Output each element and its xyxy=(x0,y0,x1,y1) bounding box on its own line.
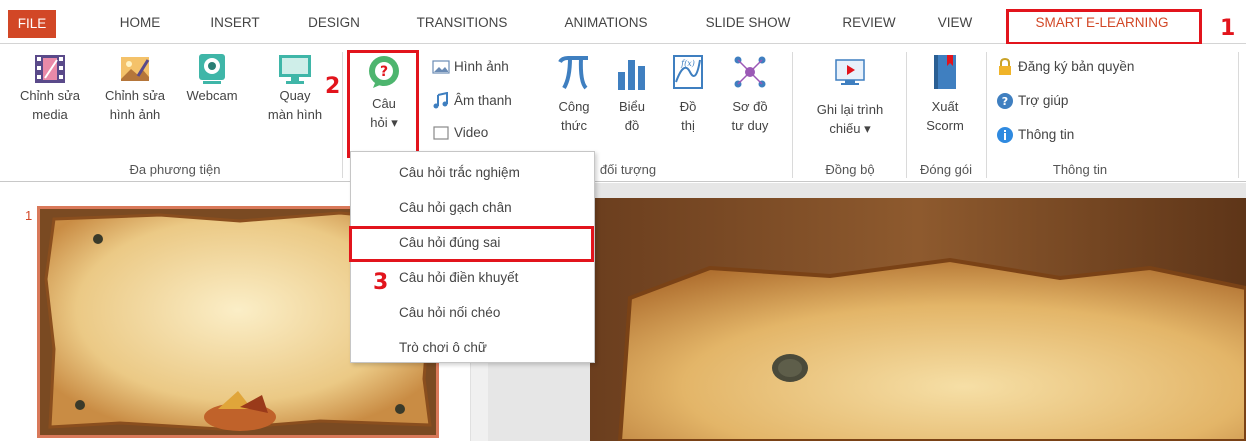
menu-item-multiple-choice[interactable]: Câu hỏi trắc nghiệm xyxy=(399,162,520,184)
screen-play-icon xyxy=(835,59,865,85)
image-icon xyxy=(432,60,450,75)
edit-media-button[interactable]: Chỉnh sửa media xyxy=(14,52,86,124)
menu-item-crossword[interactable]: Trò chơi ô chữ xyxy=(399,337,487,359)
formula-label-2: thức xyxy=(560,118,588,133)
edit-image-button[interactable]: Chỉnh sửa hình ảnh xyxy=(98,52,172,124)
tab-file[interactable]: FILE xyxy=(8,10,56,38)
export-scorm-label-2: Scorm xyxy=(926,118,964,133)
editor-area: 1 xyxy=(0,183,1246,441)
tab-design[interactable]: DESIGN xyxy=(298,12,370,34)
export-scorm-label-1: Xuất xyxy=(931,99,959,114)
step-1-label: 1 xyxy=(1220,16,1236,41)
record-screen-button[interactable]: Quay màn hình xyxy=(254,52,336,124)
bar-chart-icon xyxy=(618,60,645,90)
menu-item-matching[interactable]: Câu hỏi nối chéo xyxy=(399,302,500,324)
insert-sound-button[interactable]: Âm thanh xyxy=(432,90,512,112)
group-label-package: Đóng gói xyxy=(919,162,973,177)
edit-media-label-2: media xyxy=(32,107,68,122)
insert-video-button[interactable]: Video xyxy=(432,122,488,144)
tab-slide-show[interactable]: SLIDE SHOW xyxy=(694,12,802,34)
license-label: Đăng ký bản quyền xyxy=(1018,59,1135,74)
mindmap-icon xyxy=(734,56,766,88)
group-label-objects: đối tượng xyxy=(599,162,657,177)
webcam-button[interactable]: Webcam xyxy=(180,52,244,105)
record-presentation-label-2: chiếu ▾ xyxy=(829,121,871,136)
chart-label-2: đồ xyxy=(624,118,640,133)
tab-transitions[interactable]: TRANSITIONS xyxy=(400,12,524,34)
insert-video-label: Video xyxy=(454,125,489,140)
export-scorm-button[interactable]: Xuất Scorm xyxy=(912,52,978,135)
svg-text:?: ? xyxy=(1002,95,1008,108)
chart-label-1: Biểu xyxy=(618,99,646,114)
webcam-icon xyxy=(199,54,225,84)
ribbon: Chỉnh sửa media Chỉnh sửa hình ảnh Webca… xyxy=(0,44,1246,182)
tab-home[interactable]: HOME xyxy=(110,12,170,34)
formula-button[interactable]: Công thức xyxy=(550,52,598,135)
mindmap-label-1: Sơ đồ xyxy=(732,99,768,114)
music-note-icon xyxy=(433,92,448,109)
insert-image-button[interactable]: Hình ảnh xyxy=(432,56,509,78)
record-presentation-label-1: Ghi lại trình xyxy=(816,102,884,117)
lock-icon xyxy=(999,58,1011,76)
separator xyxy=(986,52,987,178)
menu-item-fill-blank[interactable]: Câu hỏi điền khuyết xyxy=(399,267,518,289)
graph-button[interactable]: f(x) Đồ thị xyxy=(664,52,712,135)
video-icon xyxy=(433,126,449,141)
help-label: Trợ giúp xyxy=(1018,93,1069,108)
step-2-label: 2 xyxy=(325,74,341,99)
separator xyxy=(342,52,343,178)
parchment-slide-image xyxy=(590,198,1246,441)
record-screen-label-2: màn hình xyxy=(267,107,323,122)
tab-review[interactable]: REVIEW xyxy=(832,12,906,34)
group-label-sync: Đồng bộ xyxy=(825,162,875,177)
chart-button[interactable]: Biểu đồ xyxy=(608,52,656,135)
about-label: Thông tin xyxy=(1018,127,1075,142)
record-screen-label-1: Quay xyxy=(279,88,311,103)
function-graph-icon: f(x) xyxy=(673,55,703,89)
record-presentation-button[interactable]: Ghi lại trình chiếu ▾ xyxy=(800,56,900,138)
graph-label-2: thị xyxy=(681,118,695,133)
step-3-label: 3 xyxy=(373,270,389,295)
insert-image-label: Hình ảnh xyxy=(454,59,509,74)
film-edit-icon xyxy=(35,55,65,83)
formula-label-1: Công xyxy=(558,99,590,114)
image-edit-icon xyxy=(121,57,150,81)
tab-animations[interactable]: ANIMATIONS xyxy=(548,12,664,34)
help-icon: ? xyxy=(997,93,1013,110)
mindmap-label-2: tư duy xyxy=(731,118,769,133)
pi-icon xyxy=(558,56,588,90)
edit-image-label-2: hình ảnh xyxy=(109,107,161,122)
edit-media-label-1: Chỉnh sửa xyxy=(19,88,80,103)
separator xyxy=(906,52,907,178)
tab-insert[interactable]: INSERT xyxy=(198,12,272,34)
book-icon xyxy=(934,55,956,89)
separator xyxy=(1238,52,1239,178)
help-button[interactable]: ? Trợ giúp xyxy=(996,90,1068,112)
about-button[interactable]: Thông tin xyxy=(996,124,1074,146)
highlight-true-false-item xyxy=(349,226,594,262)
slide-canvas[interactable] xyxy=(590,198,1246,441)
svg-text:f(x): f(x) xyxy=(680,59,695,68)
license-button[interactable]: Đăng ký bản quyền xyxy=(996,56,1134,78)
group-label-media: Đa phương tiện xyxy=(129,162,221,177)
graph-label-1: Đồ xyxy=(679,99,697,114)
group-label-info: Thông tin xyxy=(1052,162,1108,177)
edit-image-label-1: Chỉnh sửa xyxy=(104,88,165,103)
info-icon xyxy=(997,127,1013,144)
mindmap-button[interactable]: Sơ đồ tư duy xyxy=(720,52,780,135)
highlight-smart-elearning xyxy=(1006,9,1202,45)
monitor-icon xyxy=(279,55,311,84)
slide-number: 1 xyxy=(25,208,33,223)
menu-item-underline[interactable]: Câu hỏi gạch chân xyxy=(399,197,512,219)
webcam-label: Webcam xyxy=(186,88,238,103)
separator xyxy=(792,52,793,178)
highlight-question-button xyxy=(347,50,419,158)
tab-view[interactable]: VIEW xyxy=(930,12,980,34)
insert-sound-label: Âm thanh xyxy=(454,93,512,108)
